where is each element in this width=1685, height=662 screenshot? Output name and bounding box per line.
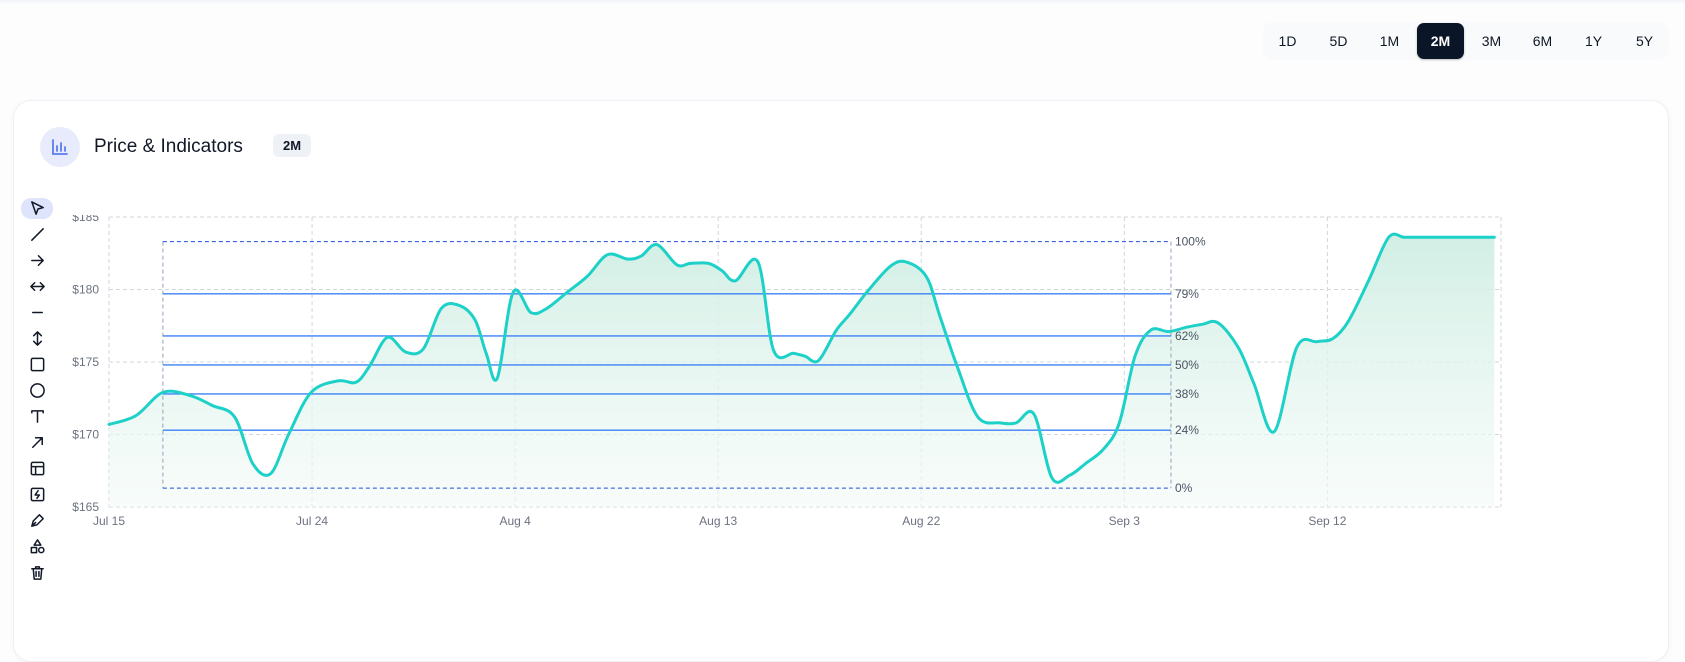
x-tick-label: Sep 3 bbox=[1109, 514, 1141, 528]
shapes-icon bbox=[30, 539, 45, 554]
y-tick-label: $180 bbox=[72, 283, 99, 297]
vertical-line-tool[interactable] bbox=[21, 328, 53, 349]
trash-icon bbox=[30, 566, 44, 580]
horizontal-line-tool[interactable] bbox=[21, 302, 53, 323]
circle-tool[interactable] bbox=[21, 380, 53, 401]
bar-chart-icon bbox=[40, 127, 80, 167]
range-button-1y[interactable]: 1Y bbox=[1570, 23, 1617, 59]
range-button-1d[interactable]: 1D bbox=[1264, 23, 1311, 59]
x-tick-label: Aug 13 bbox=[699, 514, 737, 528]
layout-tool[interactable] bbox=[21, 458, 53, 479]
pen-tool[interactable] bbox=[21, 510, 53, 531]
range-button-1m[interactable]: 1M bbox=[1366, 23, 1413, 59]
arrow-up-down-icon bbox=[32, 331, 42, 346]
range-button-3m[interactable]: 3M bbox=[1468, 23, 1515, 59]
indicator-tool[interactable] bbox=[21, 484, 53, 505]
fib-level-label: 24% bbox=[1175, 423, 1199, 437]
x-tick-label: Aug 22 bbox=[902, 514, 940, 528]
horizontal-line-icon bbox=[31, 311, 43, 314]
range-button-2m[interactable]: 2M bbox=[1417, 23, 1464, 59]
shapes-tool[interactable] bbox=[21, 536, 53, 557]
ray-tool[interactable] bbox=[21, 250, 53, 271]
y-tick-label: $175 bbox=[72, 355, 99, 369]
cursor-icon bbox=[30, 201, 44, 215]
circle-icon bbox=[29, 383, 45, 398]
y-axis: $185 $180 $175 $170 $165 bbox=[72, 215, 99, 514]
range-button-5y[interactable]: 5Y bbox=[1621, 23, 1668, 59]
text-icon bbox=[30, 410, 44, 423]
x-tick-label: Jul 15 bbox=[93, 514, 125, 528]
x-tick-label: Aug 4 bbox=[499, 514, 531, 528]
rectangle-tool[interactable] bbox=[21, 354, 53, 375]
range-selector: 1D 5D 1M 2M 3M 6M 1Y 5Y bbox=[1263, 22, 1669, 60]
layout-icon bbox=[30, 461, 44, 476]
x-axis: Jul 15 Jul 24 Aug 4 Aug 13 Aug 22 Sep 3 Sep 12 bbox=[93, 514, 1347, 528]
y-tick-label: $170 bbox=[72, 428, 99, 442]
drawing-toolbar bbox=[20, 198, 54, 588]
fib-level-label: 62% bbox=[1175, 329, 1199, 343]
arrow-right-icon bbox=[30, 255, 44, 266]
delete-tool[interactable] bbox=[21, 562, 53, 583]
chart-svg: 100%79%62%50%38%24%0% $185$180$175$170$1… bbox=[72, 215, 1502, 528]
text-tool[interactable] bbox=[21, 406, 53, 427]
range-button-6m[interactable]: 6M bbox=[1519, 23, 1566, 59]
select-tool[interactable] bbox=[21, 198, 53, 219]
area-fill bbox=[109, 234, 1495, 507]
fib-level-label: 79% bbox=[1175, 287, 1199, 301]
y-tick-label: $165 bbox=[72, 500, 99, 514]
range-button-5d[interactable]: 5D bbox=[1315, 23, 1362, 59]
card-title: Price & Indicators bbox=[94, 136, 243, 157]
price-area bbox=[109, 234, 1495, 507]
arrow-up-right-icon bbox=[31, 437, 43, 448]
trend-line-tool[interactable] bbox=[21, 224, 53, 245]
fib-level-label: 38% bbox=[1175, 387, 1199, 401]
arrow-left-right-icon bbox=[29, 281, 45, 292]
extended-line-tool[interactable] bbox=[21, 276, 53, 297]
fib-level-label: 50% bbox=[1175, 358, 1199, 372]
x-tick-label: Jul 24 bbox=[296, 514, 328, 528]
activity-box-icon bbox=[30, 487, 44, 502]
fib-level-label: 0% bbox=[1175, 481, 1193, 495]
y-tick-label: $185 bbox=[72, 215, 99, 224]
top-strip bbox=[0, 0, 1685, 4]
square-icon bbox=[30, 357, 44, 372]
pen-icon bbox=[30, 514, 44, 527]
arrow-tool[interactable] bbox=[21, 432, 53, 453]
line-icon bbox=[30, 228, 44, 241]
x-tick-label: Sep 12 bbox=[1308, 514, 1346, 528]
fib-level-label: 100% bbox=[1175, 235, 1206, 249]
price-chart[interactable]: 100% 79% 62% 50% 38% 24% 0% $185 $180 $175 $170 $1… bbox=[60, 215, 1620, 560]
period-badge: 2M bbox=[273, 134, 312, 157]
